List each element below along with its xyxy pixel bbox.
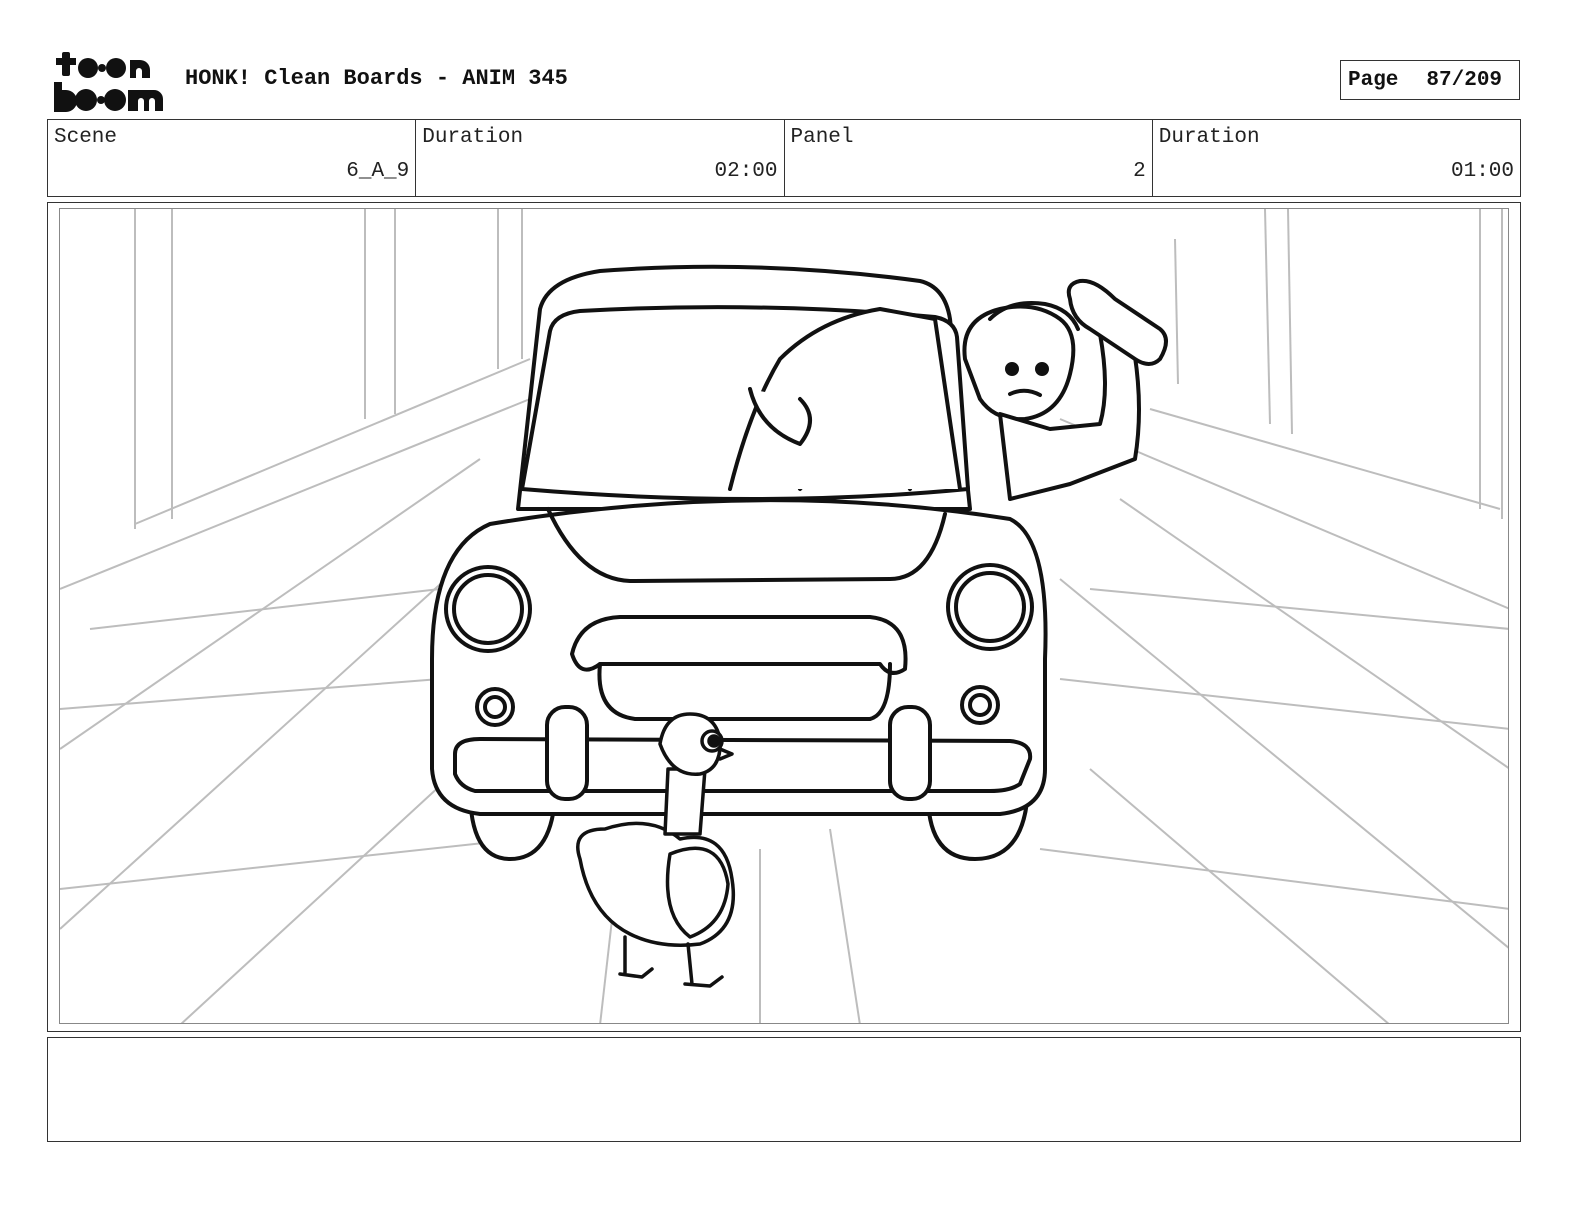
car-drawing xyxy=(430,264,1048,861)
page-indicator: Page 87/209 xyxy=(1340,60,1520,100)
panel-duration-cell: Duration 01:00 xyxy=(1153,120,1520,196)
scene-duration-value: 02:00 xyxy=(714,160,778,183)
document-title: HONK! Clean Boards - ANIM 345 xyxy=(185,66,568,91)
scene-duration-cell: Duration 02:00 xyxy=(416,120,785,196)
storyboard-sketch xyxy=(60,209,1508,1023)
scene-cell: Scene 6_A_9 xyxy=(48,120,417,196)
page-label: Page xyxy=(1348,68,1399,92)
panel-value: 2 xyxy=(1133,160,1146,183)
scene-value: 6_A_9 xyxy=(346,160,410,183)
panel-notes-box xyxy=(47,1037,1521,1142)
driver-character xyxy=(962,278,1168,501)
scene-label: Scene xyxy=(54,126,118,149)
scene-duration-label: Duration xyxy=(422,126,524,149)
panel-duration-label: Duration xyxy=(1158,126,1260,149)
storyboard-panel-image xyxy=(59,208,1509,1024)
panel-duration-value: 01:00 xyxy=(1450,160,1514,183)
panel-label: Panel xyxy=(790,126,854,149)
scene-info-bar: Scene 6_A_9 Duration 02:00 Panel 2 Durat… xyxy=(47,119,1521,197)
toon-boom-logo xyxy=(54,52,163,112)
panel-cell: Panel 2 xyxy=(785,120,1153,196)
page-number: 87/209 xyxy=(1426,68,1503,92)
